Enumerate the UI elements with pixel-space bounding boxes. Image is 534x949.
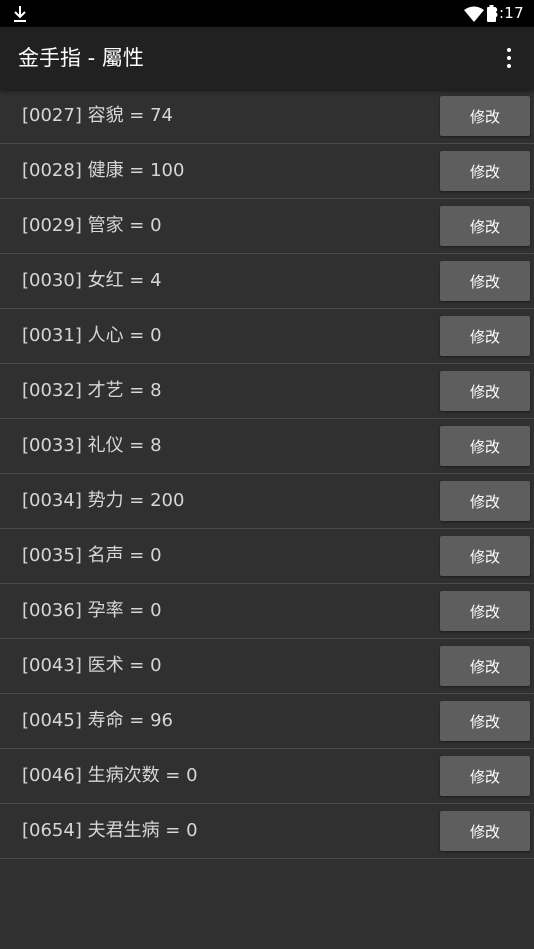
page-title: 金手指 - 屬性 [18, 46, 144, 70]
edit-button[interactable]: 修改 [440, 371, 530, 411]
status-bar: 3:17 [0, 0, 534, 27]
more-vert-icon[interactable] [498, 47, 520, 69]
more-dot [507, 56, 511, 60]
attribute-label: [0030] 女红 = 4 [22, 270, 162, 291]
list-item: [0045] 寿命 = 96 修改 [0, 694, 534, 749]
edit-button[interactable]: 修改 [440, 261, 530, 301]
download-icon [14, 6, 26, 22]
attribute-label: [0045] 寿命 = 96 [22, 710, 174, 731]
attribute-label: [0043] 医术 = 0 [22, 655, 162, 676]
attribute-label: [0035] 名声 = 0 [22, 545, 162, 566]
status-time: 3:17 [489, 4, 524, 22]
attribute-label: [0046] 生病次数 = 0 [22, 765, 198, 786]
edit-button[interactable]: 修改 [440, 96, 530, 136]
list-item: [0035] 名声 = 0 修改 [0, 529, 534, 584]
edit-button[interactable]: 修改 [440, 591, 530, 631]
edit-button[interactable]: 修改 [440, 151, 530, 191]
attribute-label: [0027] 容貌 = 74 [22, 105, 174, 126]
attribute-label: [0033] 礼仪 = 8 [22, 435, 162, 456]
list-item: [0028] 健康 = 100 修改 [0, 144, 534, 199]
edit-button[interactable]: 修改 [440, 756, 530, 796]
attribute-label: [0028] 健康 = 100 [22, 160, 185, 181]
edit-button[interactable]: 修改 [440, 481, 530, 521]
attribute-label: [0654] 夫君生病 = 0 [22, 820, 198, 841]
edit-button[interactable]: 修改 [440, 701, 530, 741]
list-item: [0031] 人心 = 0 修改 [0, 309, 534, 364]
attribute-label: [0034] 势力 = 200 [22, 490, 185, 511]
list-item: [0032] 才艺 = 8 修改 [0, 364, 534, 419]
list-item: [0033] 礼仪 = 8 修改 [0, 419, 534, 474]
attribute-list: [0027] 容貌 = 74 修改 [0028] 健康 = 100 修改 [0029] … [0, 89, 534, 859]
attribute-label: [0029] 管家 = 0 [22, 215, 162, 236]
more-dot [507, 64, 511, 68]
edit-button[interactable]: 修改 [440, 426, 530, 466]
edit-button[interactable]: 修改 [440, 206, 530, 246]
list-item: [0046] 生病次数 = 0 修改 [0, 749, 534, 804]
edit-button[interactable]: 修改 [440, 316, 530, 356]
list-item: [0654] 夫君生病 = 0 修改 [0, 804, 534, 859]
edit-button[interactable]: 修改 [440, 536, 530, 576]
app-bar: 金手指 - 屬性 [0, 27, 534, 89]
attribute-label: [0031] 人心 = 0 [22, 325, 162, 346]
list-item: [0029] 管家 = 0 修改 [0, 199, 534, 254]
list-item: [0030] 女红 = 4 修改 [0, 254, 534, 309]
more-dot [507, 48, 511, 52]
list-item: [0027] 容貌 = 74 修改 [0, 89, 534, 144]
wifi-icon [464, 6, 484, 22]
list-item: [0034] 势力 = 200 修改 [0, 474, 534, 529]
attribute-label: [0036] 孕率 = 0 [22, 600, 162, 621]
edit-button[interactable]: 修改 [440, 646, 530, 686]
attribute-label: [0032] 才艺 = 8 [22, 380, 162, 401]
list-item: [0036] 孕率 = 0 修改 [0, 584, 534, 639]
list-item: [0043] 医术 = 0 修改 [0, 639, 534, 694]
edit-button[interactable]: 修改 [440, 811, 530, 851]
